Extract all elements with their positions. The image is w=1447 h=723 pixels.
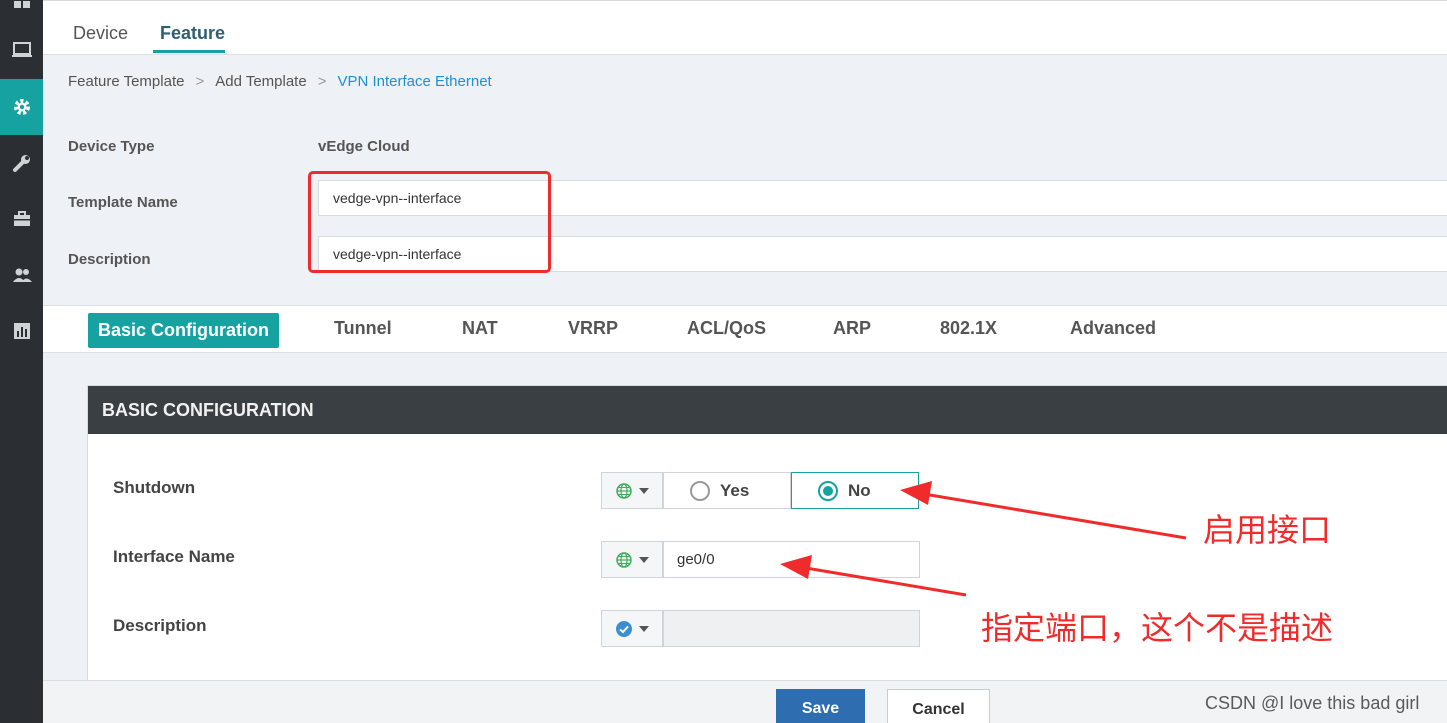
check-circle-icon	[616, 620, 632, 637]
tab-802-1x[interactable]: 802.1X	[940, 318, 997, 339]
chevron-down-icon	[639, 556, 649, 563]
basic-configuration-header[interactable]: BASIC CONFIGURATION	[88, 386, 1447, 434]
breadcrumb-separator: >	[317, 73, 327, 90]
tab-advanced[interactable]: Advanced	[1070, 318, 1156, 339]
config-description-label: Description	[113, 616, 207, 635]
interface-name-scope-dropdown[interactable]	[601, 541, 663, 578]
shutdown-label: Shutdown	[113, 478, 196, 497]
briefcase-icon[interactable]	[0, 191, 43, 247]
shutdown-no-radio[interactable]: No	[791, 472, 919, 509]
tab-vrrp[interactable]: VRRP	[568, 318, 618, 339]
section-tab-bar: Basic Configuration Tunnel NAT VRRP ACL/…	[43, 305, 1447, 353]
tab-nat[interactable]: NAT	[462, 318, 498, 339]
shutdown-scope-dropdown[interactable]	[601, 472, 663, 509]
annotation-port-note: 指定端口，这个不是描述	[981, 609, 1334, 647]
breadcrumb-separator: >	[195, 73, 205, 90]
sidebar	[0, 0, 43, 723]
breadcrumb-add-template[interactable]: Add Template	[215, 73, 306, 90]
tab-device[interactable]: Device	[73, 23, 128, 44]
annotation-highlight-box	[308, 171, 551, 273]
gear-icon[interactable]	[0, 79, 43, 135]
config-description-scope-dropdown[interactable]	[601, 610, 663, 647]
monitor-icon[interactable]	[0, 22, 43, 78]
breadcrumb-current: VPN Interface Ethernet	[337, 73, 492, 90]
breadcrumb: Feature Template > Add Template > VPN In…	[68, 73, 492, 90]
chevron-down-icon	[639, 487, 649, 494]
watermark: CSDN @I love this bad girl	[1205, 693, 1420, 713]
interface-name-label: Interface Name	[113, 547, 235, 566]
globe-icon	[616, 551, 632, 568]
tab-basic-configuration[interactable]: Basic Configuration	[88, 313, 280, 348]
annotation-enable-interface: 启用接口	[1203, 511, 1332, 549]
top-tab-bar: Device Feature	[43, 0, 1447, 55]
interface-name-input[interactable]: ge0/0	[663, 541, 920, 578]
radio-circle-icon	[690, 480, 710, 501]
shutdown-yes-label: Yes	[720, 480, 750, 500]
cancel-button[interactable]: Cancel	[887, 689, 990, 723]
device-type-value: vEdge Cloud	[318, 138, 410, 155]
tab-acl-qos[interactable]: ACL/QoS	[687, 318, 766, 339]
breadcrumb-feature-template[interactable]: Feature Template	[68, 73, 184, 90]
radio-checked-icon	[818, 480, 838, 501]
active-tab-indicator	[153, 50, 225, 53]
chevron-down-icon	[639, 625, 649, 632]
tab-feature[interactable]: Feature	[160, 23, 225, 44]
description-label: Description	[68, 251, 151, 268]
bar-chart-icon[interactable]	[0, 303, 43, 359]
shutdown-no-label: No	[848, 480, 871, 500]
users-icon[interactable]	[0, 247, 43, 303]
wrench-icon[interactable]	[0, 135, 43, 191]
globe-icon	[616, 482, 632, 499]
template-name-label: Template Name	[68, 194, 178, 211]
save-button[interactable]: Save	[776, 689, 865, 723]
tab-tunnel[interactable]: Tunnel	[334, 318, 392, 339]
config-description-input[interactable]	[663, 610, 920, 647]
device-type-label: Device Type	[68, 138, 155, 155]
tab-arp[interactable]: ARP	[833, 318, 871, 339]
shutdown-yes-radio[interactable]: Yes	[663, 472, 791, 509]
